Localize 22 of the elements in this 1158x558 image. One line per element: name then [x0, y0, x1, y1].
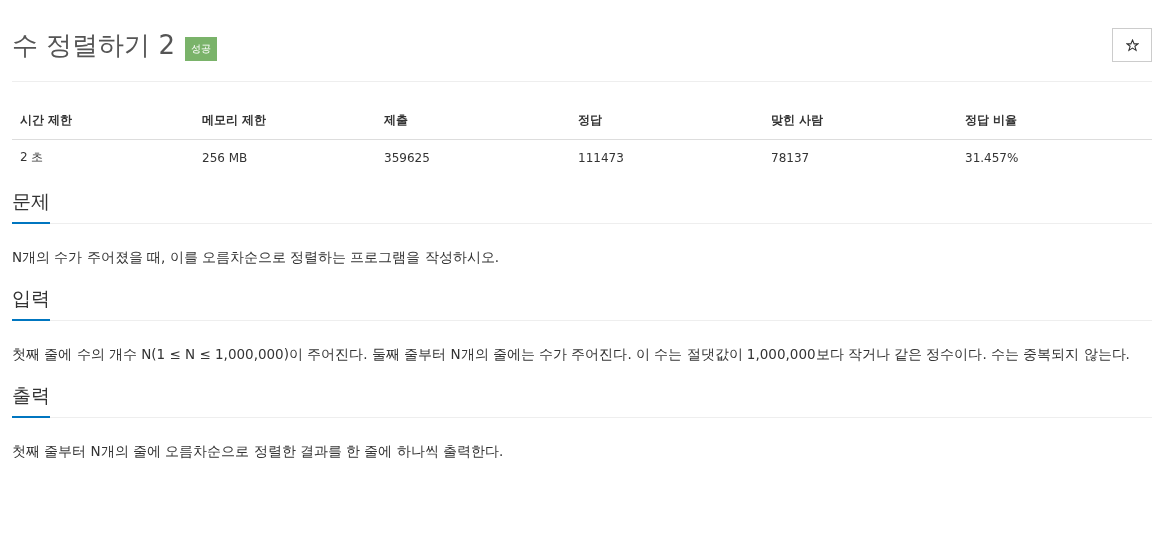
column-header: 맞힌 사람 — [763, 102, 957, 140]
table-cell: 2 초 — [12, 139, 194, 175]
section-heading: 입력 — [12, 282, 50, 321]
table-cell: 256 MB — [194, 139, 376, 175]
section-heading: 문제 — [12, 185, 50, 224]
table-cell: 111473 — [570, 139, 763, 175]
column-header: 시간 제한 — [12, 102, 194, 140]
table-cell: 78137 — [763, 139, 957, 175]
problem-title: 수 정렬하기 2 — [12, 29, 176, 62]
star-button[interactable] — [1112, 28, 1152, 62]
table-cell: 31.457% — [957, 139, 1152, 175]
column-header: 정답 — [570, 102, 763, 140]
section-text: N개의 수가 주어졌을 때, 이를 오름차순으로 정렬하는 프로그램을 작성하시오. — [12, 248, 500, 267]
table-cell: 359625 — [376, 139, 570, 175]
status-badge: 성공 — [185, 37, 218, 61]
section-heading: 출력 — [12, 379, 50, 418]
column-header: 메모리 제한 — [194, 102, 376, 140]
section-text: 첫째 줄부터 N개의 줄에 오름차순으로 정렬한 결과를 한 줄에 하나씩 출력한다. — [12, 442, 505, 461]
star-icon — [1125, 38, 1139, 52]
section-text: 첫째 줄에 수의 개수 N(1 ≤ N ≤ 1,000,000)이 주어진다. 둘째 줄부터 N개의 줄에는 수가 주어진다. 이 수는 절댓값이 1,000,000보다 작거나 같은 정수이다. 수는 중복되지 않는다. — [12, 345, 1131, 364]
column-header: 제출 — [376, 102, 570, 140]
column-header: 정답 비율 — [957, 102, 1152, 140]
